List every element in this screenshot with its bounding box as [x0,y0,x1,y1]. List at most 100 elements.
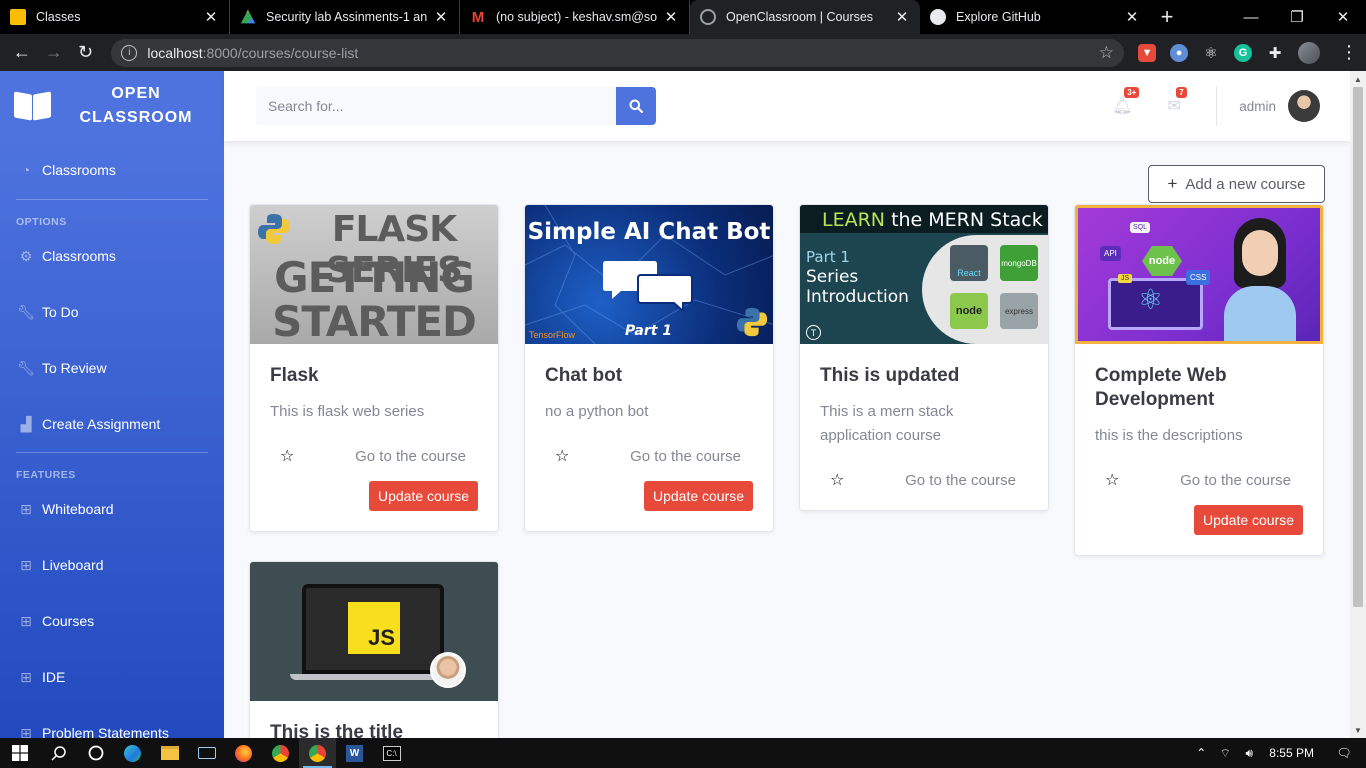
search-input[interactable] [256,87,616,125]
volume-icon[interactable]: 🔊︎ [1237,746,1261,761]
card-actions: ☆ Go to the course [270,446,478,466]
sidebar-item-to-review[interactable]: 🔧︎ To Review [0,340,224,396]
cortana-icon[interactable] [77,738,114,768]
chrome-active-icon[interactable] [299,738,336,768]
course-description: This is flask web series [270,403,425,420]
restore-button[interactable]: ❐ [1274,0,1320,34]
browser-tab-classes[interactable]: Classes ✕ [0,0,230,34]
sidebar-item-label: Problem Statements [42,725,169,738]
page-scrollbar[interactable]: ▲ ▼ [1350,71,1366,738]
firefox-icon[interactable] [225,738,262,768]
bookmark-star-icon[interactable]: ☆ [1099,43,1114,63]
site-info-icon[interactable]: i [121,44,138,61]
search-form [256,87,656,125]
wifi-icon[interactable]: ⌔ [1213,746,1237,761]
star-icon[interactable]: ☆ [830,470,844,490]
file-explorer-icon[interactable] [151,738,188,768]
star-icon[interactable]: ☆ [555,446,569,466]
word-icon[interactable]: W [336,738,373,768]
profile-avatar[interactable] [1298,41,1321,64]
browser-tab-openclassroom[interactable]: OpenClassroom | Courses ✕ [690,0,920,34]
sidebar-item-label: To Review [42,360,107,376]
reload-button[interactable]: ↻ [72,39,100,67]
add-course-button[interactable]: + Add a new course [1148,165,1325,203]
topbar-right: 🔔︎ 3+ ✉ 7 admin [1096,71,1350,141]
go-to-course-link[interactable]: Go to the course [355,448,466,465]
user-name[interactable]: admin [1239,99,1276,114]
scroll-down-arrow-icon[interactable]: ▼ [1350,722,1366,738]
browser-tab-github[interactable]: Explore GitHub ✕ [920,0,1150,34]
search-icon[interactable] [40,738,77,768]
edge-icon[interactable] [114,738,151,768]
chevron-up-icon[interactable]: ⌃ [1189,746,1213,760]
close-icon[interactable]: ✕ [433,9,449,26]
scroll-up-arrow-icon[interactable]: ▲ [1350,71,1366,87]
sidebar-item-whiteboard[interactable]: ⊞ Whiteboard [0,481,224,537]
grammarly-icon[interactable]: G [1234,43,1253,62]
notifications-icon[interactable]: 🗨︎ [1332,746,1356,760]
system-tray: ⌃ ⌔ 🔊︎ 8:55 PM 🗨︎ [1189,746,1366,761]
wrench-icon: 🔧︎ [17,303,35,320]
js-badge: JS [1118,274,1133,283]
alerts-dropdown[interactable]: 🔔︎ 3+ [1096,87,1148,116]
react-extension-icon[interactable]: ⚛ [1202,44,1220,62]
go-to-course-link[interactable]: Go to the course [1180,472,1291,489]
windows-start-icon[interactable] [0,738,40,768]
user-avatar[interactable] [1288,90,1320,122]
update-course-button[interactable]: Update course [369,481,478,511]
close-icon[interactable]: ✕ [894,9,910,26]
sidebar-item-classrooms-top[interactable]: ◔ Classrooms [0,141,224,199]
chrome-icon[interactable] [262,738,299,768]
close-icon[interactable]: ✕ [663,9,679,26]
star-icon[interactable]: ☆ [1105,470,1119,490]
sidebar-item-ide[interactable]: ⊞ IDE [0,649,224,705]
sidebar-item-problem-statements[interactable]: ⊞ Problem Statements [0,705,224,739]
close-window-button[interactable]: ✕ [1320,0,1366,34]
plus-icon: + [1167,174,1178,193]
course-card: FLASK SERIES GETTING STARTED Flask This … [249,204,499,532]
forward-button[interactable]: → [40,39,68,67]
course-description: This is a mern stack application course [820,403,954,444]
new-tab-button[interactable]: + [1150,0,1184,34]
search-button[interactable] [616,87,656,125]
scrollbar-thumb[interactable] [1353,87,1363,607]
go-to-course-link[interactable]: Go to the course [905,472,1016,489]
close-icon[interactable]: ✕ [1124,9,1140,26]
sidebar-item-liveboard[interactable]: ⊞ Liveboard [0,537,224,593]
puzzle-extensions-icon[interactable]: ✚ [1266,44,1284,62]
sidebar-item-courses[interactable]: ⊞ Courses [0,593,224,649]
shield-extension-icon[interactable]: ▼ [1138,43,1157,62]
browser-toolbar: ← → ↻ i localhost:8000/courses/course-li… [0,34,1366,71]
search-icon [629,99,643,113]
update-course-button[interactable]: Update course [644,481,753,511]
card-actions: ☆ Go to the course [820,470,1028,490]
course-card: JS This is the title [249,561,499,738]
messages-dropdown[interactable]: ✉ 7 [1148,87,1200,116]
go-to-course-link[interactable]: Go to the course [630,448,741,465]
brand-text: OPEN CLASSROOM [79,85,193,126]
browser-tab-security-lab[interactable]: Security lab Assinments-1 and ✕ [230,0,460,34]
terminal-icon[interactable]: C:\ [373,738,410,768]
sidebar-item-label: IDE [42,669,66,685]
alerts-badge: 3+ [1124,87,1140,98]
sidebar-item-create-assignment[interactable]: ▟ Create Assignment [0,396,224,452]
circle-extension-icon[interactable]: ● [1170,43,1189,62]
update-course-button[interactable]: Update course [1194,505,1303,535]
sidebar-item-todo[interactable]: 🔧︎ To Do [0,284,224,340]
clock[interactable]: 8:55 PM [1269,746,1314,760]
browser-tab-gmail[interactable]: M (no subject) - keshav.sm@som ✕ [460,0,690,34]
back-button[interactable]: ← [8,39,36,67]
brand[interactable]: OPEN CLASSROOM [0,71,224,141]
keyboard-icon[interactable] [188,738,225,768]
more-menu-icon[interactable]: ⋮ [1340,42,1358,63]
author-logo-icon: T [806,325,821,340]
sidebar-item-label: Classrooms [42,162,116,178]
table-icon: ⊞ [20,668,32,685]
star-icon[interactable]: ☆ [280,446,294,466]
thumbnail-text: STARTED [272,297,477,344]
address-bar[interactable]: i localhost:8000/courses/course-list ☆ [111,38,1125,67]
python-logo-icon [736,307,768,337]
close-icon[interactable]: ✕ [203,9,219,26]
minimize-button[interactable]: — [1228,0,1274,34]
sidebar-item-classrooms[interactable]: ⚙ Classrooms [0,228,224,284]
